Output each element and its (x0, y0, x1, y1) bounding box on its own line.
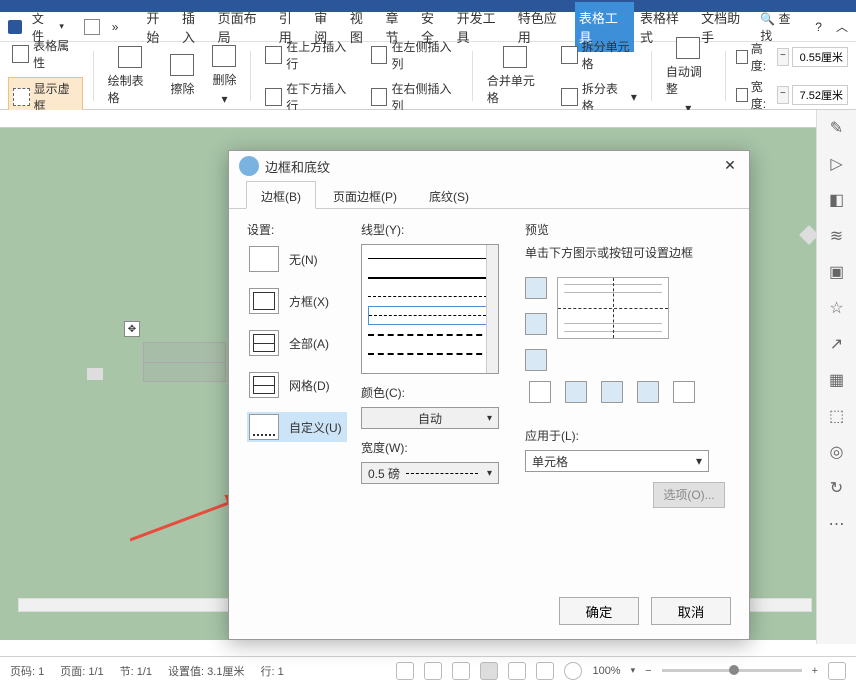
cancel-button[interactable]: 取消 (651, 597, 731, 625)
row-height[interactable]: 高度: − (736, 40, 848, 74)
ribbon: 表格属性 显示虚框 绘制表格 擦除 删除▾ 在上方插入行 在下方插入行 在左侧插… (0, 42, 856, 110)
col-width-input[interactable] (792, 85, 848, 105)
outline-view-icon[interactable] (508, 662, 526, 680)
zoom-out[interactable]: − (645, 665, 651, 677)
preset-none[interactable]: 无(N) (247, 244, 347, 274)
preset-box[interactable]: 方框(X) (247, 286, 347, 316)
auto-adjust[interactable]: 自动调整▾ (662, 35, 715, 117)
fullscreen-icon[interactable] (396, 662, 414, 680)
status-line: 行: 1 (260, 663, 283, 679)
zoom-slider[interactable] (662, 669, 802, 672)
tab-shading[interactable]: 底纹(S) (414, 181, 484, 208)
apply-to-label: 应用于(L): (525, 427, 725, 444)
reading-view-icon[interactable] (424, 662, 442, 680)
settings-icon[interactable]: ≋ (827, 226, 847, 246)
document-table[interactable] (143, 342, 226, 382)
table-properties[interactable]: 表格属性 (8, 35, 83, 73)
status-page-no: 页码: 1 (10, 663, 44, 679)
insert-row-above[interactable]: 在上方插入行 (261, 36, 356, 74)
border-bottom-button[interactable] (525, 349, 547, 371)
border-diag-down-button[interactable] (529, 381, 551, 403)
save-icon[interactable] (84, 19, 100, 35)
app-icon (8, 20, 22, 34)
split-cells[interactable]: 拆分单元格 (557, 36, 641, 74)
ok-button[interactable]: 确定 (559, 597, 639, 625)
tab-border[interactable]: 边框(B) (246, 181, 316, 209)
style-scrollbar[interactable] (486, 245, 498, 373)
preset-custom[interactable]: 自定义(U) (247, 412, 347, 442)
row-height-input[interactable] (792, 47, 848, 67)
width-combo[interactable]: 0.5 磅 (361, 462, 499, 484)
color-combo[interactable]: 自动 (361, 407, 499, 429)
line-style-label: 线型(Y): (361, 221, 511, 238)
color-label: 颜色(C): (361, 384, 511, 401)
border-right-button[interactable] (637, 381, 659, 403)
apply-to-combo[interactable]: 单元格 (525, 450, 709, 472)
col-width[interactable]: 宽度: − (736, 78, 848, 112)
history-icon[interactable]: ↻ (827, 478, 847, 498)
star-icon[interactable]: ☆ (827, 298, 847, 318)
table-move-handle[interactable]: ✥ (124, 321, 140, 337)
preview-label: 预览 (525, 221, 725, 238)
merge-cells[interactable]: 合并单元格 (483, 44, 547, 108)
status-section: 节: 1/1 (120, 663, 152, 679)
border-middle-v-button[interactable] (601, 381, 623, 403)
help-button[interactable]: ? (815, 20, 822, 34)
share-icon[interactable]: ↗ (827, 334, 847, 354)
tab-insert[interactable]: 插入 (178, 2, 212, 52)
settings-label: 设置: (247, 221, 347, 238)
web-view-icon[interactable] (536, 662, 554, 680)
draw-table[interactable]: 绘制表格 (104, 44, 157, 108)
box-icon[interactable]: ▣ (827, 262, 847, 282)
paragraph-options-icon[interactable] (87, 368, 103, 380)
insert-col-left[interactable]: 在左侧插入列 (367, 36, 462, 74)
select-icon[interactable]: ▷ (827, 154, 847, 174)
image-icon[interactable]: ⬚ (827, 406, 847, 426)
status-bar: 页码: 1 页面: 1/1 节: 1/1 设置值: 3.1厘米 行: 1 100… (0, 656, 856, 684)
target-icon[interactable]: ◎ (827, 442, 847, 462)
close-button[interactable]: ✕ (721, 157, 739, 175)
borders-shading-dialog: 边框和底纹 ✕ 边框(B) 页面边框(P) 底纹(S) 设置: 无(N) 方框(… (228, 150, 750, 640)
status-set-value: 设置值: 3.1厘米 (168, 663, 244, 679)
eye-view-icon[interactable] (564, 662, 582, 680)
edit-view-icon[interactable] (452, 662, 470, 680)
delete[interactable]: 删除▾ (208, 43, 240, 108)
preset-grid[interactable]: 网格(D) (247, 370, 347, 400)
overflow-icon[interactable]: » (112, 20, 119, 34)
preset-all[interactable]: 全部(A) (247, 328, 347, 358)
preview-hint: 单击下方图示或按钮可设置边框 (525, 244, 725, 261)
page-view-icon[interactable] (480, 662, 498, 680)
more-icon[interactable]: ⋯ (827, 514, 847, 534)
line-style-selected[interactable] (368, 306, 492, 325)
dialog-icon (239, 156, 259, 176)
style-icon[interactable]: ✎ (827, 118, 847, 138)
status-page: 页面: 1/1 (60, 663, 103, 679)
zoom-in[interactable]: + (812, 665, 818, 677)
eraser[interactable]: 擦除 (166, 52, 198, 99)
line-style-list[interactable] (361, 244, 499, 374)
collapse-ribbon[interactable]: ︿ (836, 18, 848, 35)
preview-table[interactable] (557, 277, 669, 339)
zoom-value[interactable]: 100% (592, 665, 620, 677)
clipboard-icon[interactable]: ◧ (827, 190, 847, 210)
dialog-title: 边框和底纹 (265, 157, 330, 176)
width-label: 宽度(W): (361, 439, 511, 456)
right-toolbar: ✎ ▷ ◧ ≋ ▣ ☆ ↗ ▦ ⬚ ◎ ↻ ⋯ (816, 110, 856, 644)
ruler (0, 110, 856, 128)
options-button[interactable]: 选项(O)... (653, 482, 725, 508)
border-top-button[interactable] (525, 277, 547, 299)
tab-page-border[interactable]: 页面边框(P) (318, 181, 412, 208)
fit-icon[interactable] (828, 662, 846, 680)
grid-icon[interactable]: ▦ (827, 370, 847, 390)
border-left-button[interactable] (565, 381, 587, 403)
border-middle-h-button[interactable] (525, 313, 547, 335)
border-diag-up-button[interactable] (673, 381, 695, 403)
search-button[interactable]: 🔍 查找 (760, 10, 801, 44)
